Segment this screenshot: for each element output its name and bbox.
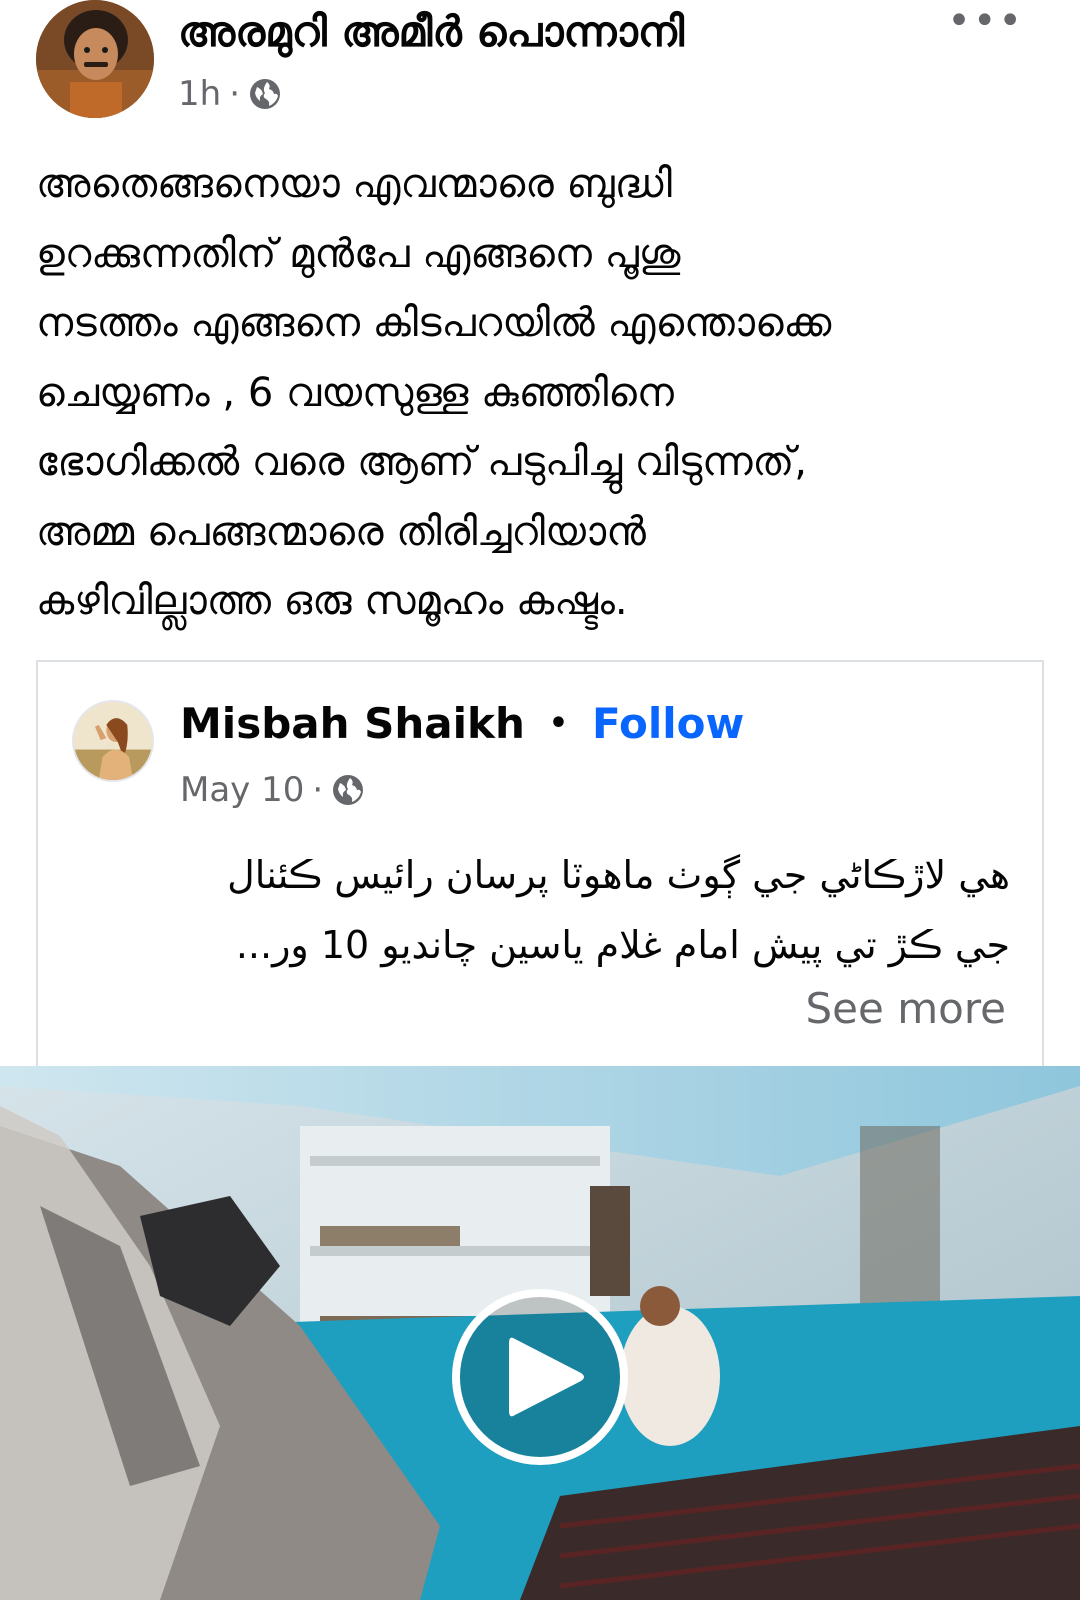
- shared-text-line: جي ڪڙ تي پيش امام غلام ياسين چانديو 10 و…: [235, 923, 1010, 967]
- globe-icon: [331, 773, 365, 807]
- see-more-link[interactable]: See more: [806, 984, 1006, 1034]
- shared-post-meta: May 10 ·: [180, 770, 365, 810]
- shared-post-text: هي لاڙڪاڻي جي ڳوٺ ماهوٽا پرسان رائيس ڪئن…: [128, 840, 1044, 980]
- post-header: അരമുറി അമീർ പൊന്നാനി 1h · •••: [0, 0, 1080, 135]
- post-text-line: അമ്മ പെങ്ങന്മാരെ തിരിച്ചറിയാൻ: [36, 508, 646, 555]
- video-player[interactable]: [0, 1066, 1080, 1600]
- author-avatar[interactable]: [36, 0, 154, 118]
- author-name[interactable]: അരമുറി അമീർ പൊന്നാനി: [178, 8, 684, 56]
- shared-text-line: هي لاڙڪاڻي جي ڳوٺ ماهوٽا پرسان رائيس ڪئن…: [227, 853, 1010, 897]
- post-text-line: അതെങ്ങനെയാ എവന്മാരെ ബുദ്ധി: [36, 161, 672, 207]
- post-text-line: കഴിവില്ലാത്ത ഒരു സമൂഹം കഷ്ടം.: [36, 578, 628, 624]
- globe-icon: [248, 77, 282, 111]
- post-text-line: ചെയ്യണം , 6 വയസുള്ള കുഞ്ഞിനെ: [36, 369, 674, 416]
- post-text-line: ഭോഗിക്കൽ വരെ ആണ് പടുപിച്ചു വിടുന്നത്,: [36, 439, 808, 485]
- shared-author-name[interactable]: Misbah Shaikh: [180, 698, 525, 750]
- post-text-line: നടത്തം എങ്ങനെ കിടപറയിൽ എന്തൊക്കെ: [36, 300, 832, 346]
- shared-author-avatar[interactable]: [72, 700, 154, 782]
- post-body-text: അതെങ്ങനെയാ എവന്മാരെ ബുദ്ധി ഉറക്കുന്നതിന്…: [36, 150, 1046, 637]
- shared-name-row: Misbah Shaikh • Follow: [180, 698, 744, 750]
- meta-separator: ·: [312, 770, 324, 810]
- play-icon[interactable]: [452, 1289, 628, 1465]
- meta-separator: ·: [229, 74, 240, 114]
- shared-post-date[interactable]: May 10: [180, 770, 304, 810]
- post-text-line: ഉറക്കുന്നതിന് മുൻപേ എങ്ങനെ പൂശു: [36, 230, 681, 277]
- follow-button[interactable]: Follow: [592, 698, 744, 750]
- name-separator: •: [548, 706, 569, 741]
- shared-post-card[interactable]: Misbah Shaikh • Follow May 10 · هي لاڙڪا…: [36, 660, 1044, 1066]
- post-time[interactable]: 1h: [178, 74, 221, 114]
- post-meta: 1h ·: [178, 74, 282, 114]
- more-options-icon[interactable]: •••: [947, 1, 1024, 41]
